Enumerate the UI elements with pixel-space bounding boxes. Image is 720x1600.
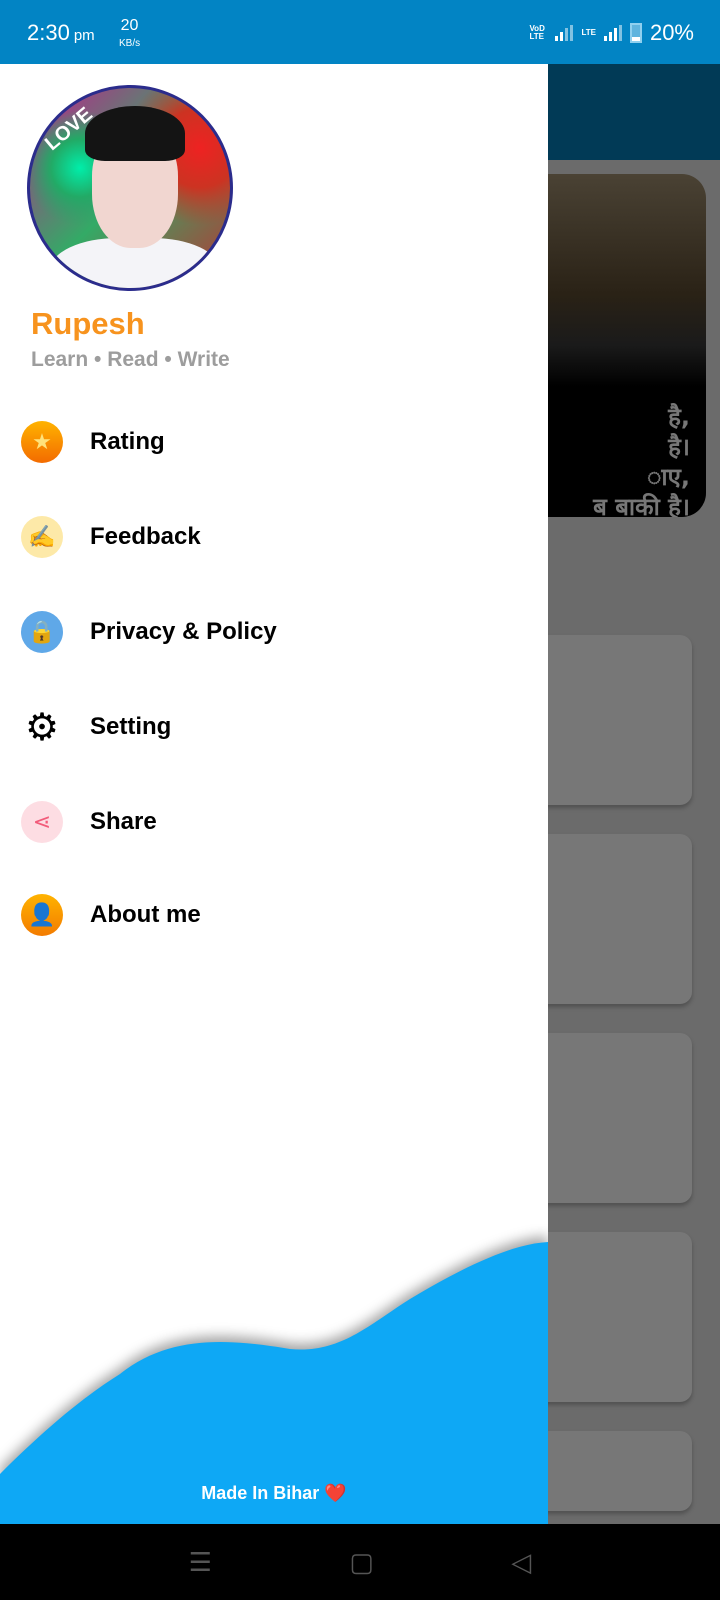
star-icon: ★ [21,421,63,463]
network-speed: 20 KB/s [119,18,140,50]
quote-text: है, है। ाए, ब बाकी है। [540,402,690,517]
background-app-bar [548,64,720,160]
person-icon: 👤 [21,894,63,936]
lte-icon: LTE [581,28,596,37]
ampm: pm [73,27,95,44]
time: 2:30 [27,20,70,45]
back-icon[interactable]: ◁ [511,1547,531,1578]
quote-line: ब बाकी है। [593,493,690,517]
profile-name: Rupesh [31,306,145,341]
menu-item-setting[interactable]: ⚙ Setting [0,687,548,767]
gear-icon: ⚙ [24,706,60,749]
signal-icon [555,25,574,41]
volte-icon: VoD LTE [529,24,545,41]
signal-icon-2 [603,25,622,41]
menu-label: About me [90,901,201,928]
share-icon: ⋖ [21,801,63,843]
menu-label: Privacy & Policy [90,618,277,645]
clock: 2:30 pm [27,20,95,46]
battery-level: 20% [649,20,694,45]
menu-item-about-me[interactable]: 👤 About me [0,875,548,955]
menu-label: Share [90,808,157,835]
system-nav-bar: ☰ ▢ ◁ [0,1524,720,1600]
quote-line: ाए, [647,463,690,491]
status-bar: 2:30 pm 20 KB/s VoD LTE LTE 20% [0,0,720,64]
home-icon[interactable]: ▢ [349,1547,374,1578]
quote-line: है, [668,403,690,431]
profile-tagline: Learn • Read • Write [31,348,230,371]
quote-line: है। [668,433,690,461]
menu-label: Rating [90,428,165,455]
speed-value: 20 [120,17,139,34]
menu-item-feedback[interactable]: ✍ Feedback [0,497,548,577]
menu-icon[interactable]: ☰ [189,1547,212,1578]
menu-item-share[interactable]: ⋖ Share [0,782,548,862]
footer-text: Made In Bihar ❤️ [201,1483,347,1503]
menu-item-privacy-policy[interactable]: 🔒 Privacy & Policy [0,592,548,672]
decorative-wave [0,1242,548,1524]
menu-label: Setting [90,713,172,740]
menu-item-rating[interactable]: ★ Rating [0,402,548,482]
menu-label: Feedback [90,523,201,550]
feedback-icon: ✍ [21,516,63,558]
battery-icon [629,23,642,43]
speed-unit: KB/s [119,38,141,49]
navigation-drawer: LOVE Rupesh Learn • Read • Write ★ Ratin… [0,64,548,1524]
avatar[interactable]: LOVE [27,85,233,291]
lock-icon: 🔒 [21,611,63,653]
status-icons: VoD LTE LTE 20% [529,20,694,46]
